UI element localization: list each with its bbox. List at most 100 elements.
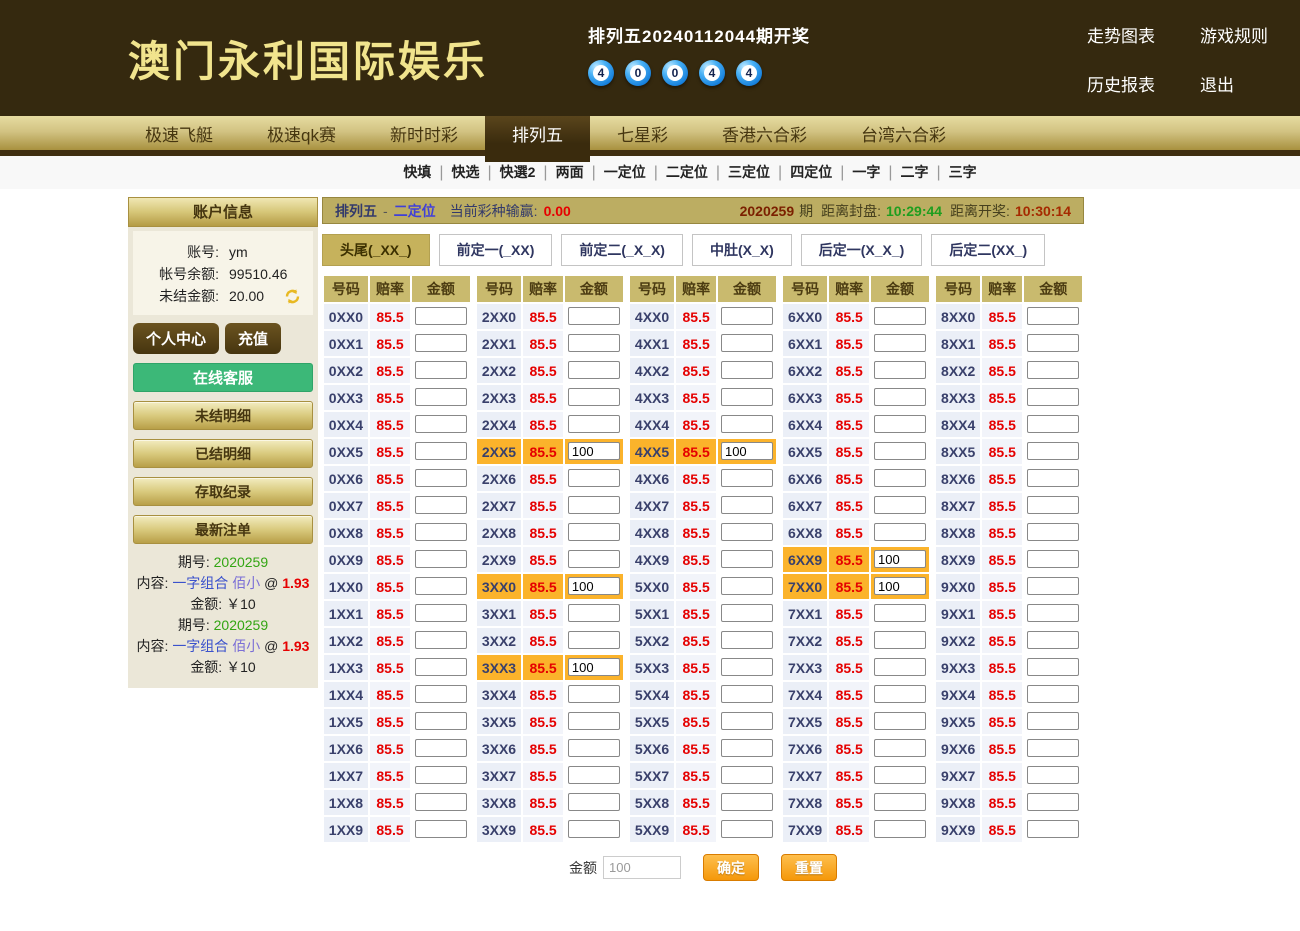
bet-amount-input-1XX3[interactable] [415, 658, 467, 676]
bet-amount-input-7XX8[interactable] [874, 793, 926, 811]
bet-amount-input-3XX0[interactable] [568, 577, 620, 595]
bet-amount-input-5XX8[interactable] [721, 793, 773, 811]
bet-amount-input-1XX6[interactable] [415, 739, 467, 757]
bet-amount-input-6XX8[interactable] [874, 523, 926, 541]
bet-amount-input-5XX7[interactable] [721, 766, 773, 784]
bet-amount-input-9XX0[interactable] [1027, 577, 1079, 595]
bet-amount-input-6XX9[interactable] [874, 550, 926, 568]
bet-tab-5[interactable]: 后定二(XX_) [931, 234, 1045, 266]
bet-amount-input-8XX1[interactable] [1027, 334, 1079, 352]
bet-amount-input-7XX2[interactable] [874, 631, 926, 649]
bet-tab-1[interactable]: 前定一(_XX) [439, 234, 553, 266]
bet-amount-input-6XX6[interactable] [874, 469, 926, 487]
bet-amount-input-1XX0[interactable] [415, 577, 467, 595]
nav-tab-1[interactable]: 极速qk赛 [240, 116, 363, 156]
bet-amount-input-8XX0[interactable] [1027, 307, 1079, 325]
bet-tab-0[interactable]: 头尾(_XX_) [322, 234, 430, 266]
bet-amount-input-5XX2[interactable] [721, 631, 773, 649]
bet-amount-input-4XX1[interactable] [721, 334, 773, 352]
bet-amount-input-8XX6[interactable] [1027, 469, 1079, 487]
bet-amount-input-0XX7[interactable] [415, 496, 467, 514]
bet-amount-input-7XX6[interactable] [874, 739, 926, 757]
bet-amount-input-5XX9[interactable] [721, 820, 773, 838]
bet-amount-input-2XX7[interactable] [568, 496, 620, 514]
bet-amount-input-3XX9[interactable] [568, 820, 620, 838]
bet-amount-input-8XX8[interactable] [1027, 523, 1079, 541]
bet-amount-input-0XX4[interactable] [415, 415, 467, 433]
bet-amount-input-2XX8[interactable] [568, 523, 620, 541]
bet-amount-input-3XX6[interactable] [568, 739, 620, 757]
bet-amount-input-8XX9[interactable] [1027, 550, 1079, 568]
sidebar-menu-item-1[interactable]: 已结明细 [133, 439, 313, 468]
bet-amount-input-2XX9[interactable] [568, 550, 620, 568]
bet-amount-input-2XX6[interactable] [568, 469, 620, 487]
bet-amount-input-9XX5[interactable] [1027, 712, 1079, 730]
subnav-item-3[interactable]: 两面 [556, 164, 584, 180]
bet-amount-input-9XX8[interactable] [1027, 793, 1079, 811]
bet-amount-input-1XX8[interactable] [415, 793, 467, 811]
reset-button[interactable]: 重置 [781, 854, 837, 881]
bet-amount-input-1XX1[interactable] [415, 604, 467, 622]
bet-amount-input-4XX0[interactable] [721, 307, 773, 325]
bet-amount-input-2XX3[interactable] [568, 388, 620, 406]
sidebar-menu-item-3[interactable]: 最新注单 [133, 515, 313, 544]
bet-amount-input-6XX1[interactable] [874, 334, 926, 352]
bet-amount-input-3XX4[interactable] [568, 685, 620, 703]
bet-amount-input-1XX5[interactable] [415, 712, 467, 730]
bet-amount-input-3XX7[interactable] [568, 766, 620, 784]
bet-amount-input-3XX8[interactable] [568, 793, 620, 811]
bet-amount-input-4XX9[interactable] [721, 550, 773, 568]
bet-amount-input-3XX2[interactable] [568, 631, 620, 649]
nav-tab-2[interactable]: 新时时彩 [363, 116, 485, 156]
subnav-item-7[interactable]: 四定位 [790, 164, 832, 180]
subnav-item-1[interactable]: 快选 [451, 164, 479, 180]
bet-amount-input-7XX3[interactable] [874, 658, 926, 676]
bet-amount-input-1XX2[interactable] [415, 631, 467, 649]
subnav-item-10[interactable]: 三字 [949, 164, 977, 180]
bet-amount-input-2XX0[interactable] [568, 307, 620, 325]
bet-amount-input-5XX5[interactable] [721, 712, 773, 730]
subnav-item-5[interactable]: 二定位 [666, 164, 708, 180]
header-link-trend-charts[interactable]: 走势图表 [1087, 22, 1155, 47]
bet-amount-input-7XX4[interactable] [874, 685, 926, 703]
bet-amount-input-0XX3[interactable] [415, 388, 467, 406]
bet-amount-input-1XX9[interactable] [415, 820, 467, 838]
bet-amount-input-4XX2[interactable] [721, 361, 773, 379]
sidebar-menu-item-2[interactable]: 存取纪录 [133, 477, 313, 506]
bet-amount-input-2XX1[interactable] [568, 334, 620, 352]
bet-amount-input-0XX8[interactable] [415, 523, 467, 541]
header-link-game-rules[interactable]: 游戏规则 [1200, 22, 1268, 47]
subnav-item-4[interactable]: 一定位 [604, 164, 646, 180]
bet-amount-input-0XX2[interactable] [415, 361, 467, 379]
bet-amount-input-8XX3[interactable] [1027, 388, 1079, 406]
bet-amount-input-4XX8[interactable] [721, 523, 773, 541]
bet-amount-input-5XX1[interactable] [721, 604, 773, 622]
bet-tab-3[interactable]: 中肚(X_X) [692, 234, 792, 266]
bet-amount-input-8XX2[interactable] [1027, 361, 1079, 379]
bet-amount-input-6XX2[interactable] [874, 361, 926, 379]
bet-amount-input-9XX7[interactable] [1027, 766, 1079, 784]
bet-tab-4[interactable]: 后定一(X_X_) [801, 234, 923, 266]
sidebar-menu-item-0[interactable]: 未结明细 [133, 401, 313, 430]
bet-amount-input-7XX0[interactable] [874, 577, 926, 595]
confirm-button[interactable]: 确定 [703, 854, 759, 881]
personal-center-button[interactable]: 个人中心 [133, 323, 219, 354]
bet-amount-input-4XX6[interactable] [721, 469, 773, 487]
bet-amount-input-9XX1[interactable] [1027, 604, 1079, 622]
nav-tab-5[interactable]: 香港六合彩 [695, 116, 834, 156]
bet-amount-input-0XX5[interactable] [415, 442, 467, 460]
bet-amount-input-4XX7[interactable] [721, 496, 773, 514]
bet-amount-input-2XX4[interactable] [568, 415, 620, 433]
bet-amount-input-6XX5[interactable] [874, 442, 926, 460]
nav-tab-6[interactable]: 台湾六合彩 [834, 116, 973, 156]
bet-amount-input-9XX2[interactable] [1027, 631, 1079, 649]
bet-amount-input-5XX4[interactable] [721, 685, 773, 703]
bet-amount-input-3XX1[interactable] [568, 604, 620, 622]
bet-amount-input-4XX3[interactable] [721, 388, 773, 406]
subnav-item-6[interactable]: 三定位 [728, 164, 770, 180]
header-link-logout[interactable]: 退出 [1200, 71, 1268, 96]
bet-amount-input-0XX9[interactable] [415, 550, 467, 568]
refresh-icon[interactable] [284, 288, 301, 305]
bet-amount-input-8XX5[interactable] [1027, 442, 1079, 460]
bet-amount-input-4XX5[interactable] [721, 442, 773, 460]
